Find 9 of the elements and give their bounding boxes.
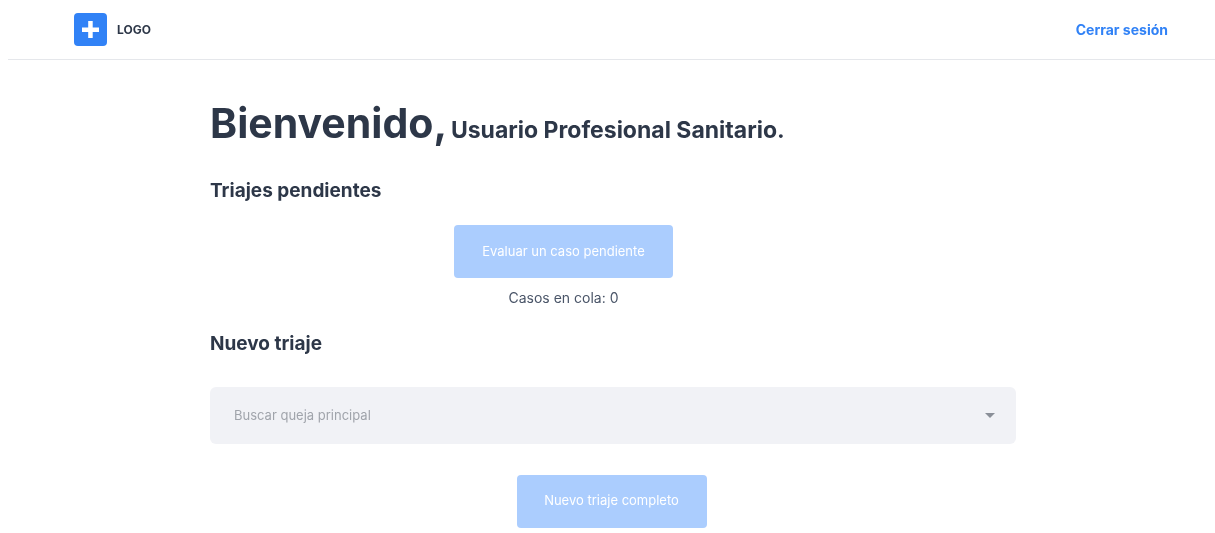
section-heading: Triajes pendientes [210,177,383,204]
search-select[interactable]: Buscar queja principal [210,386,1016,444]
section-heading: Nuevo triaje [210,331,323,357]
welcome-heading: Bienvenido,Usuario Profesional Sanitario. [210,97,786,150]
queue-count: Casos en cola: 0 [508,288,619,308]
logo-text: LOGO [117,20,151,39]
caret-icon [985,412,995,418]
plus-logo-icon [74,13,107,46]
logout-link[interactable]: Cerrar sesión [1075,19,1168,40]
